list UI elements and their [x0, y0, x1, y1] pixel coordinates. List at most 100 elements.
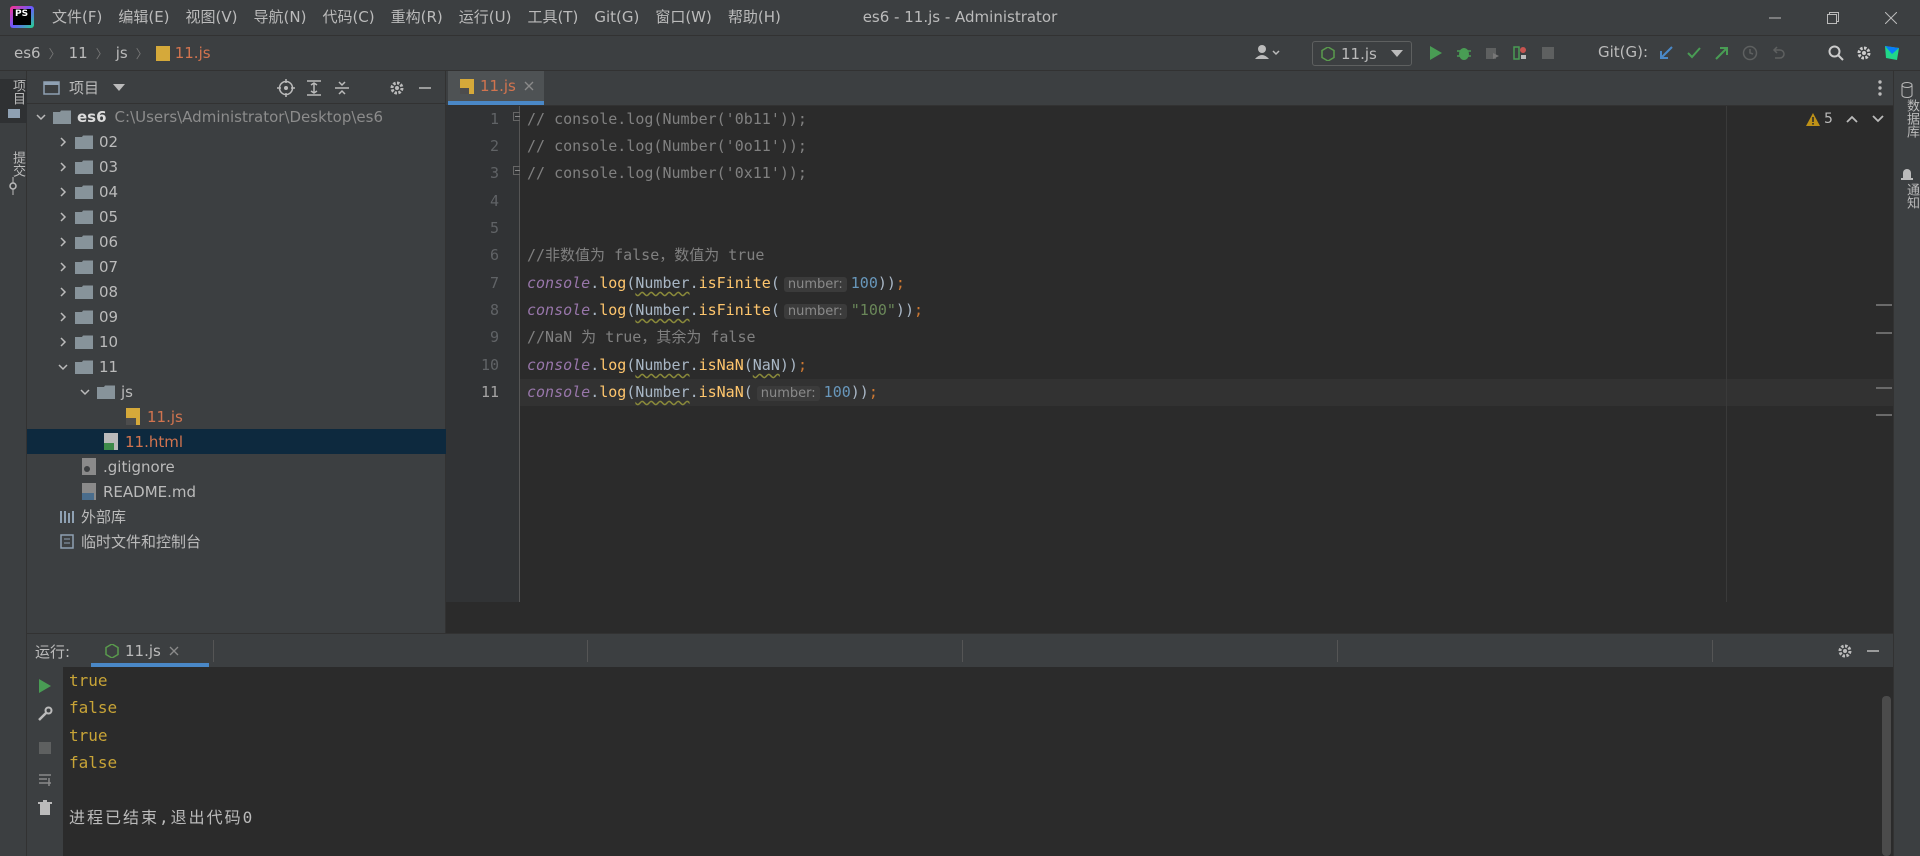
menu-edit[interactable]: 编辑(E) — [110, 0, 177, 35]
tree-folder-open[interactable]: 11 — [27, 354, 473, 379]
restore-button[interactable] — [1804, 0, 1862, 35]
breadcrumb-folder-11[interactable]: 11 — [69, 44, 88, 62]
clear-console-button[interactable] — [31, 793, 59, 823]
menu-window[interactable]: 窗口(W) — [647, 0, 720, 35]
project-options-button[interactable] — [383, 73, 411, 103]
database-tool-tab[interactable]: 数据库 — [1894, 81, 1920, 138]
breadcrumb-project[interactable]: es6 — [14, 44, 41, 62]
tree-folder[interactable]: 06 — [27, 229, 473, 254]
arrow-up-right-icon — [1715, 47, 1728, 60]
locate-file-button[interactable] — [272, 73, 300, 103]
debug-button[interactable] — [1450, 38, 1478, 68]
search-everywhere-button[interactable] — [1822, 38, 1850, 68]
folder-icon — [97, 385, 115, 399]
menu-refactor[interactable]: 重构(R) — [383, 0, 451, 35]
console-scrollbar[interactable] — [1882, 696, 1891, 856]
rerun-button[interactable] — [31, 671, 59, 701]
tree-folder[interactable]: 10 — [27, 329, 473, 354]
profile-button[interactable] — [1506, 38, 1534, 68]
hide-run-panel-button[interactable] — [1859, 636, 1887, 666]
tree-folder-label: js — [121, 382, 133, 401]
tree-file-label: .gitignore — [103, 457, 175, 476]
tree-external-libraries[interactable]: 外部库 — [27, 504, 477, 529]
collapse-all-button[interactable] — [328, 73, 356, 103]
tree-folder[interactable]: 07 — [27, 254, 473, 279]
hide-panel-button[interactable] — [411, 73, 439, 103]
tree-root[interactable]: es6 C:\Users\Administrator\Desktop\es6 — [27, 104, 451, 129]
git-update-button[interactable] — [1652, 38, 1680, 68]
close-window-button[interactable] — [1862, 0, 1920, 35]
menu-file[interactable]: 文件(F) — [44, 0, 110, 35]
coverage-button[interactable] — [1478, 38, 1506, 68]
tree-file-gitignore[interactable]: .gitignore — [27, 454, 499, 479]
console-output[interactable]: true false true false 进程已结束,退出代码0 — [63, 667, 1893, 856]
tree-folder-open[interactable]: js — [27, 379, 495, 404]
scroll-to-end-button[interactable] — [31, 765, 59, 795]
menu-run[interactable]: 运行(U) — [451, 0, 520, 35]
left-tool-strip: 项目 提交 — [0, 71, 27, 856]
minimize-button[interactable] — [1746, 0, 1804, 35]
git-commit-button[interactable] — [1680, 38, 1708, 68]
project-view-select[interactable]: 项目 — [43, 77, 126, 98]
breadcrumb-file[interactable]: 11.js — [175, 44, 211, 62]
code-editor[interactable]: // console.log(Number('0b11')); // conso… — [520, 106, 1893, 602]
tree-folder[interactable]: 05 — [27, 204, 473, 229]
tree-folder-label: 08 — [99, 282, 119, 301]
git-history-button[interactable] — [1736, 38, 1764, 68]
menu-navigate[interactable]: 导航(N) — [246, 0, 315, 35]
modify-config-button[interactable] — [31, 699, 59, 729]
navigation-bar: es6 〉 11 〉 js 〉 11.js 11.js Git(G): — [0, 35, 1920, 71]
close-tab-icon[interactable] — [169, 646, 179, 656]
close-tab-icon[interactable] — [524, 81, 534, 91]
project-window-icon — [43, 80, 60, 95]
settings-button[interactable] — [1850, 38, 1878, 68]
editor-tab-bar: 11.js — [446, 71, 1893, 106]
menu-git[interactable]: Git(G) — [586, 0, 647, 35]
menu-view[interactable]: 视图(V) — [178, 0, 246, 35]
run-button[interactable] — [1422, 38, 1450, 68]
tree-folder[interactable]: 08 — [27, 279, 473, 304]
markdown-file-icon — [82, 483, 96, 500]
tree-file-readme[interactable]: README.md — [27, 479, 499, 504]
run-configuration-select[interactable]: 11.js — [1312, 41, 1412, 66]
notifications-tool-tab[interactable]: 通知 — [1894, 165, 1920, 209]
user-button[interactable] — [1252, 38, 1282, 68]
stop-button[interactable] — [1534, 38, 1562, 68]
project-tool-tab[interactable]: 项目 — [0, 79, 27, 123]
jetbrains-toolbox-button[interactable] — [1878, 38, 1906, 68]
chevron-right-icon — [55, 309, 71, 325]
menu-tools[interactable]: 工具(T) — [519, 0, 586, 35]
chevron-up-icon[interactable] — [1845, 114, 1859, 124]
inspection-widget[interactable]: 5 — [1806, 111, 1885, 127]
tree-folder[interactable]: 04 — [27, 179, 473, 204]
commit-tool-tab[interactable]: 提交 — [0, 151, 27, 195]
tree-scratches[interactable]: 临时文件和控制台 — [27, 529, 477, 554]
editor-more-button[interactable] — [1870, 78, 1890, 98]
breadcrumb: es6 〉 11 〉 js 〉 11.js — [14, 36, 211, 70]
tree-folder[interactable]: 03 — [27, 154, 473, 179]
tree-folder-label: 06 — [99, 232, 119, 251]
warning-marker[interactable] — [1876, 332, 1892, 334]
folder-icon — [75, 335, 93, 349]
chevron-down-icon[interactable] — [1871, 114, 1885, 124]
git-rollback-button[interactable] — [1764, 38, 1792, 68]
run-panel-options-button[interactable] — [1831, 636, 1859, 666]
stop-process-button[interactable] — [31, 733, 59, 763]
menu-code[interactable]: 代码(C) — [314, 0, 382, 35]
undo-icon — [1772, 46, 1785, 59]
stop-icon — [39, 742, 51, 754]
editor-tab-11js[interactable]: 11.js — [448, 71, 544, 105]
chevron-right-icon: 〉 — [48, 46, 61, 61]
menu-help[interactable]: 帮助(H) — [720, 0, 789, 35]
warning-marker[interactable] — [1876, 414, 1892, 416]
expand-all-button[interactable] — [300, 73, 328, 103]
chevron-right-icon: 〉 — [95, 46, 108, 61]
line-number-gutter: 1 2 3 4 5 6 7 8 9 10 11 — [446, 106, 522, 602]
tree-folder[interactable]: 02 — [27, 129, 473, 154]
git-push-button[interactable] — [1708, 38, 1736, 68]
warning-marker[interactable] — [1876, 304, 1892, 306]
run-panel-header: 运行: 11.js — [27, 633, 1893, 667]
tree-folder[interactable]: 09 — [27, 304, 473, 329]
warning-marker[interactable] — [1876, 387, 1892, 389]
breadcrumb-folder-js[interactable]: js — [116, 44, 128, 62]
